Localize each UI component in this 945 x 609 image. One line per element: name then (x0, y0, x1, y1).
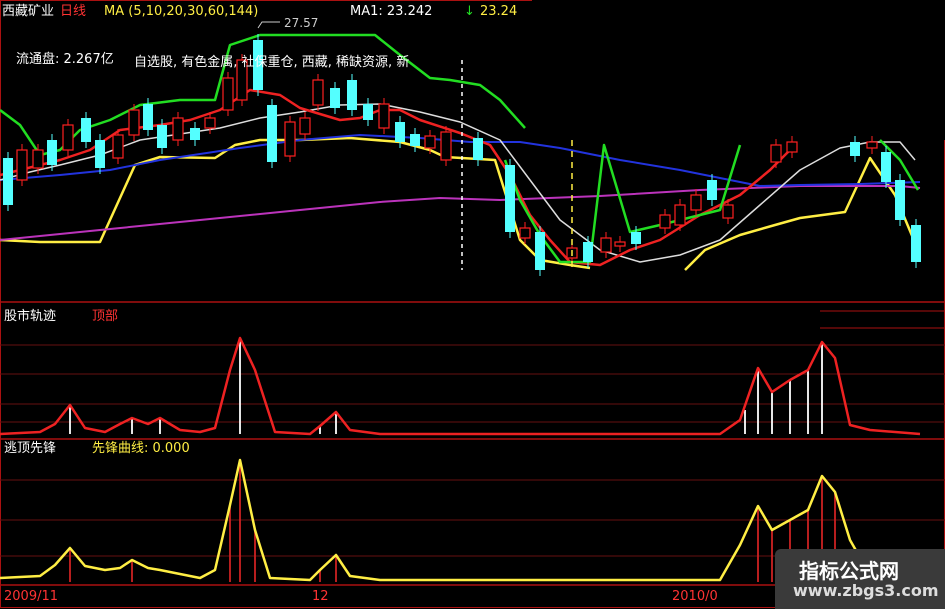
candle-body-up (16, 149, 28, 181)
candle-body-down (95, 140, 105, 168)
x-axis-label-3: 2010/0 (672, 589, 718, 604)
candle-body-down (143, 104, 153, 130)
candle-body-up (284, 121, 296, 157)
ma1-arrow: ↓ (464, 4, 475, 19)
candle-body-down (535, 232, 545, 270)
float-shares: 流通盘: 2.267亿 (16, 52, 114, 67)
candle-body-up (770, 144, 782, 163)
x-axis-label-1: 2009/11 (4, 589, 59, 604)
candle-body-up (32, 149, 44, 169)
track-line (0, 336, 921, 436)
candle-body-up (312, 79, 324, 106)
candle-body-down (895, 180, 905, 220)
candle-body-down (881, 152, 891, 182)
ma-params: MA (5,10,20,30,60,144) (104, 4, 259, 19)
stock-name: 西藏矿业 (2, 4, 55, 19)
panel2-subtitle: 顶部 (92, 309, 119, 324)
candle-body-up (600, 237, 612, 253)
watermark-url: www.zbgs3.com (793, 581, 939, 600)
candle-body-down (583, 242, 593, 262)
candle-body-up (866, 141, 878, 149)
candle-body-up (519, 227, 531, 239)
candle-body-down (410, 134, 420, 146)
candle-body-down (47, 140, 57, 165)
candle-body-up (674, 204, 686, 226)
track-indicator (0, 336, 921, 436)
candle-body-down (81, 118, 91, 142)
ma2-value: 23.24 (480, 4, 518, 19)
candle-body-up (222, 77, 234, 111)
candle-body-up (786, 141, 798, 153)
candle-body-up (659, 214, 671, 229)
candle-body-up (128, 109, 140, 136)
panel3-title: 逃顶先锋 (4, 441, 57, 456)
candle-body-down (3, 158, 13, 205)
candle-body-up (112, 134, 124, 159)
candle-body-up (614, 241, 626, 247)
ma-blue (0, 134, 921, 187)
candle-body-down (850, 142, 860, 156)
candle-body-up (722, 204, 734, 219)
candle-body-down (911, 225, 921, 262)
candle-body-down (347, 80, 357, 110)
candle-body-down (395, 122, 405, 142)
candle-body-up (299, 117, 311, 135)
high-marker (257, 21, 280, 29)
candle-body-up (378, 103, 390, 129)
watermark-title: 指标公式网 (799, 559, 899, 583)
ma-purple (0, 185, 921, 241)
panel3-curve-label: 先锋曲线: 0.000 (92, 441, 190, 456)
x-axis-label-2: 12 (312, 589, 329, 604)
blank-area (532, 0, 945, 140)
candle-body-up (440, 131, 452, 161)
candle-body-down (363, 104, 373, 120)
candle-body-down (631, 232, 641, 244)
candle-body-down (473, 138, 483, 160)
stock-chart[interactable] (0, 0, 945, 609)
candle-body-up (690, 194, 702, 211)
candle-body-up (172, 117, 184, 141)
candle-body-down (707, 180, 717, 200)
sector-tags: 自选股, 有色金属, 社保重仓, 西藏, 稀缺资源, 新 (134, 55, 410, 70)
ma1-value: MA1: 23.242 (350, 4, 433, 19)
panel2-title: 股市轨迹 (4, 309, 57, 324)
candle-body-up (62, 124, 74, 151)
candle-body-down (157, 125, 167, 148)
candle-body-down (505, 165, 515, 232)
high-price-label: 27.57 (284, 16, 319, 30)
candle-body-up (204, 117, 216, 129)
watermark: 指标公式网 www.zbgs3.com (775, 549, 945, 609)
candle-body-down (330, 88, 340, 108)
candle-body-down (190, 128, 200, 140)
candle-body-up (424, 135, 436, 149)
candle-body-down (267, 105, 277, 162)
period-label[interactable]: 日线 (60, 4, 86, 19)
panel-grid (0, 0, 945, 608)
